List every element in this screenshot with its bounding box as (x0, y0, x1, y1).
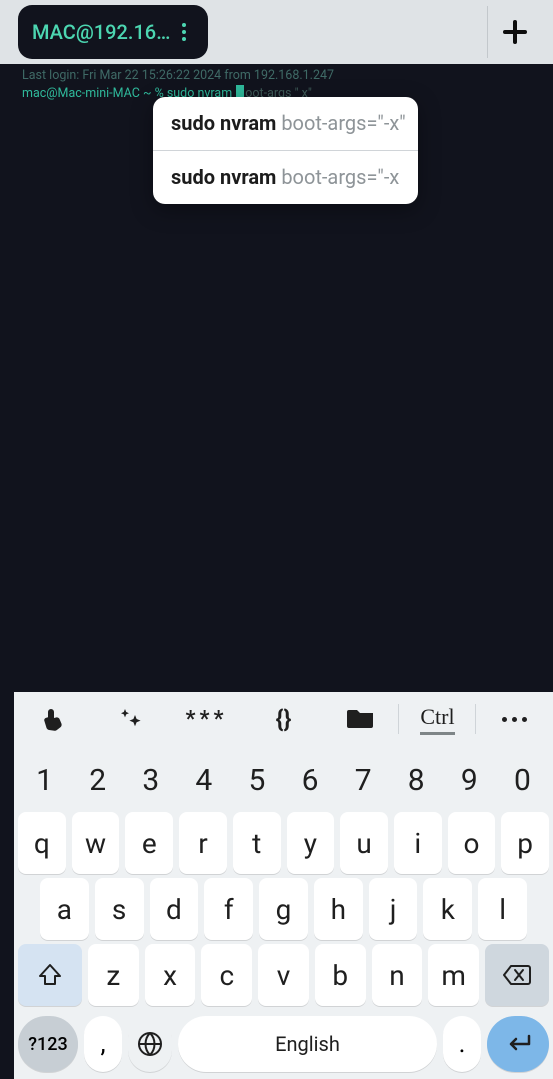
magic-button[interactable] (91, 692, 168, 746)
key-h[interactable]: h (314, 878, 363, 940)
symbols-key[interactable]: ?123 (18, 1016, 78, 1072)
key-g[interactable]: g (259, 878, 308, 940)
shift-icon (37, 962, 63, 988)
key-k[interactable]: k (423, 878, 472, 940)
key-d[interactable]: d (150, 878, 199, 940)
tabbar-separator (487, 6, 488, 58)
key-5[interactable]: 5 (230, 763, 283, 798)
horizontal-dots-icon (502, 717, 527, 722)
letter-row-2: a s d f g h j k l (18, 878, 549, 940)
globe-icon (137, 1031, 163, 1057)
ctrl-label: Ctrl (420, 704, 454, 735)
key-4[interactable]: 4 (177, 763, 230, 798)
key-m[interactable]: m (428, 944, 479, 1006)
tab-title: MAC@192.168… (32, 20, 172, 44)
touch-mode-button[interactable] (14, 692, 91, 746)
backspace-key[interactable] (485, 944, 549, 1006)
on-screen-keyboard: 1 2 3 4 5 6 7 8 9 0 q w e r t y u i o p … (14, 746, 553, 1079)
key-l[interactable]: l (478, 878, 527, 940)
autocomplete-item[interactable]: sudo nvram boot-args="-x (153, 150, 418, 204)
letter-row-3: z x c v b n m (18, 944, 549, 1006)
enter-key[interactable] (487, 1016, 549, 1072)
language-key[interactable] (128, 1016, 172, 1072)
key-u[interactable]: u (340, 812, 388, 874)
asterisks-icon: *** (186, 707, 228, 732)
key-n[interactable]: n (372, 944, 423, 1006)
key-9[interactable]: 9 (443, 763, 496, 798)
shift-key[interactable] (18, 944, 82, 1006)
key-x[interactable]: x (145, 944, 196, 1006)
key-q[interactable]: q (18, 812, 66, 874)
key-2[interactable]: 2 (71, 763, 124, 798)
suggest-completion: boot-args="-x" (276, 111, 405, 135)
ctrl-key-button[interactable]: Ctrl (399, 692, 476, 746)
touch-icon (41, 706, 65, 732)
tab-menu-button[interactable] (172, 20, 196, 44)
key-6[interactable]: 6 (284, 763, 337, 798)
key-1[interactable]: 1 (18, 763, 71, 798)
terminal-last-login: Last login: Fri Mar 22 15:26:22 2024 fro… (22, 68, 553, 85)
terminal-tab[interactable]: MAC@192.168… (18, 5, 208, 59)
key-3[interactable]: 3 (124, 763, 177, 798)
tab-bar: MAC@192.168… (0, 0, 553, 64)
sparkles-icon (118, 707, 142, 731)
password-button[interactable]: *** (168, 692, 245, 746)
key-o[interactable]: o (448, 812, 496, 874)
extra-keys-toolbar: *** {} Ctrl (14, 692, 553, 746)
new-tab-button[interactable] (489, 0, 541, 64)
key-z[interactable]: z (88, 944, 139, 1006)
comma-key[interactable]: , (84, 1016, 122, 1072)
key-a[interactable]: a (40, 878, 89, 940)
key-8[interactable]: 8 (390, 763, 443, 798)
number-row: 1 2 3 4 5 6 7 8 9 0 (18, 752, 549, 808)
suggest-match: sudo nvram (171, 165, 276, 189)
key-b[interactable]: b (315, 944, 366, 1006)
key-f[interactable]: f (204, 878, 253, 940)
letter-row-1: q w e r t y u i o p (18, 812, 549, 874)
key-s[interactable]: s (95, 878, 144, 940)
key-t[interactable]: t (233, 812, 281, 874)
key-v[interactable]: v (258, 944, 309, 1006)
folder-icon (347, 708, 375, 730)
plus-icon (503, 20, 527, 44)
suggest-match: sudo nvram (171, 111, 276, 135)
key-j[interactable]: j (369, 878, 418, 940)
bottom-row: ?123 , English . (18, 1016, 549, 1072)
suggest-completion: boot-args="-x (276, 165, 399, 189)
vertical-dots-icon (182, 23, 186, 41)
space-key[interactable]: English (178, 1016, 437, 1072)
enter-icon (503, 1034, 533, 1054)
key-0[interactable]: 0 (496, 763, 549, 798)
shell-prompt: mac@Mac-mini-MAC ~ % (22, 86, 167, 101)
key-7[interactable]: 7 (337, 763, 390, 798)
more-button[interactable] (476, 692, 553, 746)
key-r[interactable]: r (179, 812, 227, 874)
folder-button[interactable] (322, 692, 399, 746)
key-c[interactable]: c (201, 944, 252, 1006)
key-p[interactable]: p (501, 812, 549, 874)
autocomplete-item[interactable]: sudo nvram boot-args="-x" (153, 97, 418, 150)
period-key[interactable]: . (443, 1016, 481, 1072)
braces-button[interactable]: {} (245, 692, 322, 746)
key-e[interactable]: e (125, 812, 173, 874)
key-i[interactable]: i (394, 812, 442, 874)
backspace-icon (502, 964, 532, 986)
key-w[interactable]: w (72, 812, 120, 874)
braces-icon: {} (276, 705, 292, 733)
key-y[interactable]: y (287, 812, 335, 874)
autocomplete-popup: sudo nvram boot-args="-x" sudo nvram boo… (153, 97, 418, 204)
